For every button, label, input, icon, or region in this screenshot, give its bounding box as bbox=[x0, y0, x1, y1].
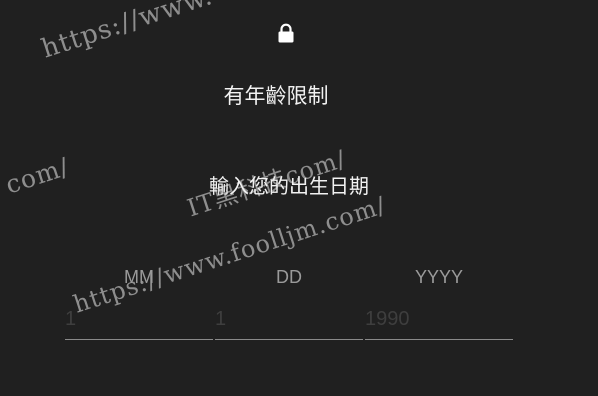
lock-icon bbox=[278, 23, 294, 43]
birthdate-prompt: 輸入您的出生日期 bbox=[209, 174, 369, 198]
month-input[interactable] bbox=[65, 300, 213, 340]
month-label: MM bbox=[124, 267, 154, 287]
age-gate-screen: https://www. com/ IT黑科技com/ https://www.… bbox=[0, 0, 598, 396]
month-field-group: MM bbox=[65, 264, 213, 340]
year-field-group: YYYY bbox=[365, 264, 513, 340]
day-input[interactable] bbox=[215, 300, 363, 340]
day-field-group: DD bbox=[215, 264, 363, 340]
age-restriction-title: 有年齡限制 bbox=[223, 84, 329, 108]
year-label: YYYY bbox=[414, 267, 464, 287]
year-input[interactable] bbox=[365, 300, 513, 340]
day-label: DD bbox=[276, 267, 302, 287]
watermark-text: https://www. bbox=[38, 0, 217, 65]
